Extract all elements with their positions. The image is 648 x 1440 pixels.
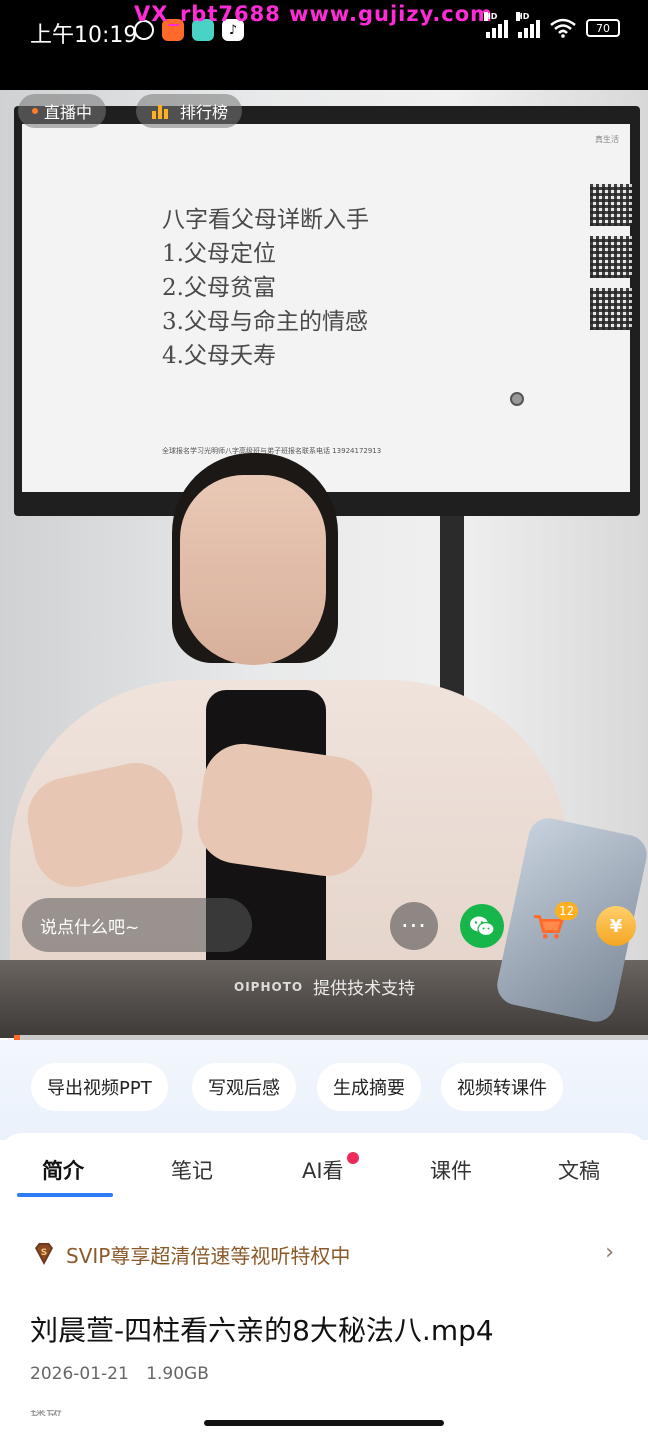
cellular-signal-icon: HD bbox=[516, 12, 540, 38]
status-right-icons: HD HD 70 bbox=[484, 12, 620, 38]
svg-text:S: S bbox=[41, 1248, 47, 1258]
export-ppt-button[interactable]: 导出视频PPT bbox=[31, 1063, 168, 1111]
tech-logo: OIPHOTO bbox=[234, 979, 304, 994]
slide-title: 八字看父母详断入手 bbox=[162, 207, 369, 233]
tech-support-text: 提供技术支持 bbox=[313, 979, 416, 999]
generate-summary-button[interactable]: 生成摘要 bbox=[317, 1063, 421, 1111]
slide-pointer-icon bbox=[510, 392, 524, 406]
file-size: 1.90GB bbox=[146, 1364, 209, 1384]
tech-support-credit: OIPHOTO 提供技术支持 bbox=[234, 974, 415, 999]
video-to-courseware-button[interactable]: 视频转课件 bbox=[441, 1063, 563, 1111]
ranking-label: 排行榜 bbox=[180, 103, 229, 122]
home-indicator[interactable] bbox=[204, 1420, 444, 1426]
slide-logo: 真生活 bbox=[595, 135, 619, 144]
cellular-signal-icon: HD bbox=[484, 12, 508, 38]
write-review-button[interactable]: 写观后感 bbox=[192, 1063, 296, 1111]
svip-text: SVIP尊享超清倍速等视听特权中 bbox=[66, 1243, 351, 1268]
signal-hd-label: HD bbox=[516, 12, 530, 21]
new-badge-dot bbox=[347, 1152, 359, 1164]
cart-count-badge: 12 bbox=[555, 902, 579, 920]
file-title: 刘晨萱-四柱看六亲的8大秘法八.mp4 bbox=[30, 1314, 494, 1347]
slide-item: 3.父母与命主的情感 bbox=[162, 309, 368, 335]
wifi-icon bbox=[550, 18, 576, 38]
status-bar: 上午10:19 ♪ VX_rbt7688 www.gujizy.com HD H… bbox=[0, 0, 648, 90]
tip-coin-icon[interactable]: ¥ bbox=[596, 906, 636, 946]
tab-transcript[interactable]: 文稿 bbox=[558, 1155, 600, 1185]
presenter-hand bbox=[192, 738, 378, 882]
cutoff-section-label: 播放 bbox=[30, 1410, 80, 1416]
svip-diamond-icon: S bbox=[35, 1243, 53, 1265]
svip-banner[interactable]: S SVIP尊享超清倍速等视听特权中 › bbox=[30, 1236, 620, 1272]
signal-hd-label: HD bbox=[484, 12, 498, 21]
comment-input[interactable]: 说点什么吧~ bbox=[22, 898, 252, 952]
slide-item: 4.父母夭寿 bbox=[162, 343, 276, 369]
chevron-right-icon: › bbox=[605, 1240, 614, 1265]
live-dot-icon bbox=[32, 108, 38, 114]
tab-courseware[interactable]: 课件 bbox=[430, 1155, 472, 1185]
qr-code-icon bbox=[590, 184, 632, 226]
tab-ai-view[interactable]: AI看 bbox=[302, 1155, 344, 1185]
live-video[interactable]: 八字看父母详断入手 1.父母定位 2.父母贫富 3.父母与命主的情感 4.父母夭… bbox=[0, 90, 648, 1038]
qr-code-icon bbox=[590, 236, 632, 278]
presenter-face bbox=[180, 475, 326, 665]
cutoff-label-text: 播放 bbox=[30, 1410, 80, 1416]
wechat-share-icon[interactable] bbox=[460, 904, 504, 948]
ranking-button[interactable]: 排行榜 bbox=[136, 94, 243, 128]
live-status-pill: 直播中 bbox=[18, 94, 107, 128]
live-label: 直播中 bbox=[44, 103, 93, 122]
slide-screen: 八字看父母详断入手 1.父母定位 2.父母贫富 3.父母与命主的情感 4.父母夭… bbox=[22, 124, 632, 492]
battery-icon: 70 bbox=[586, 19, 620, 37]
file-date: 2026-01-21 bbox=[30, 1364, 129, 1384]
file-meta: 2026-01-21 1.90GB bbox=[30, 1364, 221, 1384]
tv-monitor: 八字看父母详断入手 1.父母定位 2.父母贫富 3.父母与命主的情感 4.父母夭… bbox=[14, 106, 640, 516]
bar-chart-icon bbox=[152, 103, 168, 119]
tab-notes[interactable]: 笔记 bbox=[171, 1155, 213, 1185]
slide-item: 1.父母定位 bbox=[162, 241, 276, 267]
active-tab-indicator bbox=[17, 1193, 113, 1197]
status-time: 上午10:19 bbox=[30, 23, 138, 48]
watermark: VX_rbt7688 www.gujizy.com bbox=[134, 2, 494, 26]
slide-item: 2.父母贫富 bbox=[162, 275, 276, 301]
qr-code-icon bbox=[590, 288, 632, 330]
more-icon[interactable]: ··· bbox=[390, 902, 438, 950]
tab-intro[interactable]: 简介 bbox=[42, 1155, 84, 1185]
